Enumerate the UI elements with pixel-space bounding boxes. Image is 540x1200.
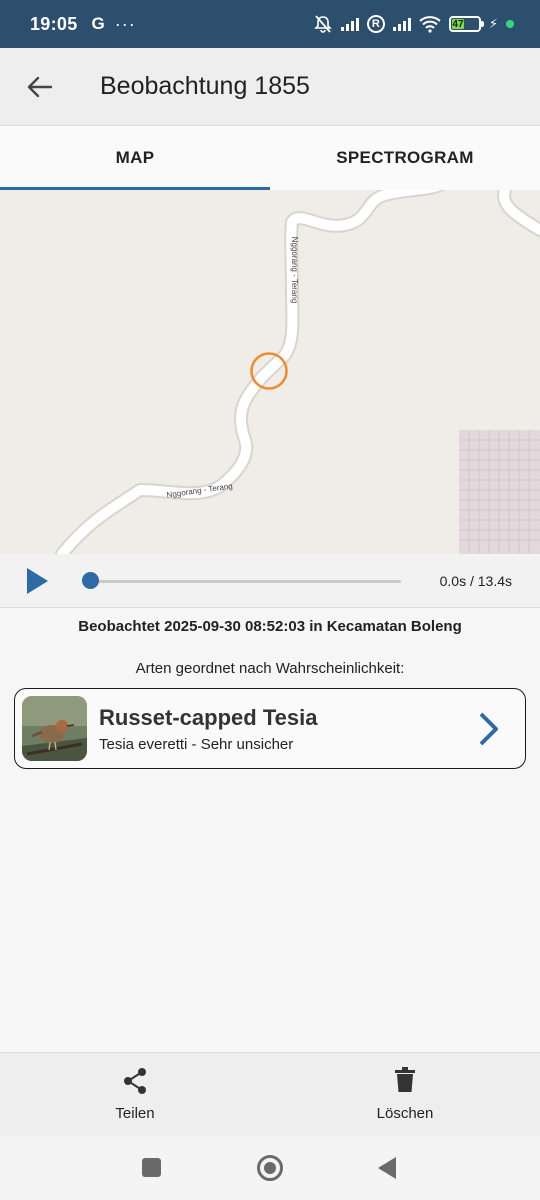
- play-icon[interactable]: [22, 566, 52, 596]
- charging-bolt-icon: ⚡: [488, 16, 498, 31]
- arrow-left-icon: [27, 76, 53, 97]
- map-canvas: Nggorang - Terang Nggorang - Terang: [55, 190, 540, 554]
- battery-icon: 47: [448, 16, 484, 32]
- g-icon: G: [91, 14, 105, 33]
- roaming-r-icon: R: [366, 15, 385, 33]
- share-label: Teilen: [115, 1105, 155, 1122]
- home-button[interactable]: [256, 1154, 284, 1182]
- species-sort-label: Arten geordnet nach Wahrscheinlichkeit:: [135, 660, 405, 677]
- trash-icon: [395, 1067, 415, 1092]
- signal-icon: [392, 17, 411, 31]
- more-notifications-icon: ···: [114, 13, 136, 34]
- observation-info: Beobachtet 2025-09-30 08:52:03 in Kecama…: [78, 618, 462, 635]
- green-dot-icon: [506, 20, 514, 28]
- audio-player: 0.0s / 13.4s: [0, 554, 540, 608]
- tab-bar: MAP SPECTROGRAM: [0, 126, 540, 190]
- species-thumbnail: [22, 696, 87, 761]
- bottom-action-bar: Teilen Löschen: [0, 1052, 540, 1136]
- share-button[interactable]: Teilen: [0, 1053, 270, 1137]
- system-navigation-bar: [0, 1136, 540, 1200]
- mute-bell-icon: [313, 15, 332, 33]
- app-bar: Beobachtung 1855: [0, 48, 540, 126]
- road-label: Nggorang - Terang: [290, 237, 299, 304]
- recent-apps-button[interactable]: [142, 1158, 161, 1177]
- species-common-name: Russet-capped Tesia: [99, 705, 318, 730]
- delete-label: Löschen: [376, 1105, 434, 1122]
- nav-back-button[interactable]: [376, 1155, 398, 1181]
- species-subtitle: Tesia everetti - Sehr unsicher: [99, 736, 294, 753]
- signal-icon: [340, 17, 359, 31]
- tab-spectrogram[interactable]: SPECTROGRAM: [270, 126, 540, 190]
- battery-level: 47: [451, 18, 465, 30]
- back-button[interactable]: [10, 57, 70, 117]
- page-title: Beobachtung 1855: [100, 72, 310, 100]
- map-view[interactable]: Nggorang - Terang Nggorang - Terang: [0, 190, 540, 554]
- status-time: 19:05: [30, 13, 78, 34]
- delete-button[interactable]: Löschen: [270, 1053, 540, 1137]
- share-icon: [124, 1068, 146, 1094]
- species-card[interactable]: Russet-capped Tesia Tesia everetti - Seh…: [14, 688, 526, 769]
- tab-map[interactable]: MAP: [0, 126, 270, 190]
- time-readout: 0.0s / 13.4s: [439, 573, 512, 589]
- chevron-right-icon[interactable]: [477, 711, 501, 747]
- wifi-icon: [419, 16, 441, 33]
- status-bar: 19:05 G ··· R 47 ⚡: [0, 0, 540, 48]
- progress-track[interactable]: [90, 580, 401, 583]
- progress-knob[interactable]: [82, 572, 99, 589]
- map-grid-area: [459, 430, 540, 554]
